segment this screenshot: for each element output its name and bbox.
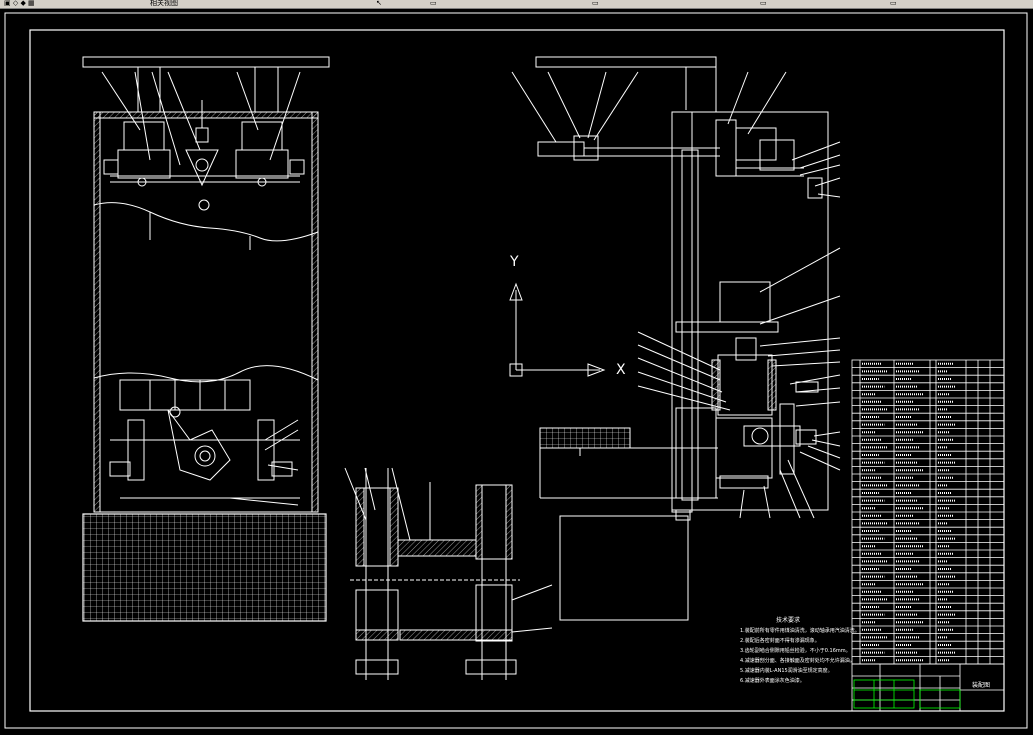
note-line: 1.装配前所有零件用煤油清洗，滚动轴承用汽油清洗。	[740, 628, 860, 634]
toolbar-arrow-icon[interactable]: ↖	[376, 0, 382, 7]
toolbar-color-dropdown[interactable]: ▭	[760, 0, 767, 7]
note-line: 6.减速器外表面涂灰色油漆。	[740, 678, 805, 684]
toolbar-label[interactable]: 相关视图	[150, 0, 178, 7]
main-assembly-view	[511, 56, 841, 621]
bearing-section-view	[344, 467, 553, 680]
toolbar-layer-dropdown[interactable]: ▭	[430, 0, 437, 7]
note-line: 2.装配后各密封面不得有渗漏现象。	[740, 638, 820, 644]
notes-title: 技术要求	[776, 617, 801, 624]
cad-toolbar: ▣ ◇ ◆ ▦ 相关视图 ↖ ▭ ▭ ▭ ▭	[0, 0, 1033, 9]
technical-requirements: 技术要求 1.装配前所有零件用煤油清洗，滚动轴承用汽油清洗。 2.装配后各密封面…	[740, 616, 860, 686]
axis-x-label: X	[616, 362, 626, 378]
toolbar-linetype-dropdown[interactable]: ▭	[890, 0, 897, 7]
note-line: 4.减速器剖分面、各接触面及密封处均不允许漏油。	[740, 658, 855, 664]
toolbar-style-dropdown[interactable]: ▭	[592, 0, 599, 7]
title-block-name: 装配图	[972, 682, 991, 689]
toolbar-icon-strip[interactable]: ▣ ◇ ◆ ▦	[4, 0, 35, 7]
axis-y-label: Y	[510, 254, 519, 270]
ucs-axis-icon	[509, 282, 606, 377]
note-line: 3.齿轮副啮合侧隙用铅丝检验，不小于0.16mm。	[740, 648, 851, 654]
note-line: 5.减速器内装L-AN15润滑油至规定高度。	[740, 668, 833, 674]
left-view	[82, 56, 330, 622]
motor-coil-block	[539, 427, 631, 449]
cad-drawing-canvas[interactable]	[0, 9, 1033, 735]
parts-list-table	[851, 359, 1005, 665]
title-block-green	[853, 679, 961, 709]
mesh-base	[82, 513, 327, 622]
